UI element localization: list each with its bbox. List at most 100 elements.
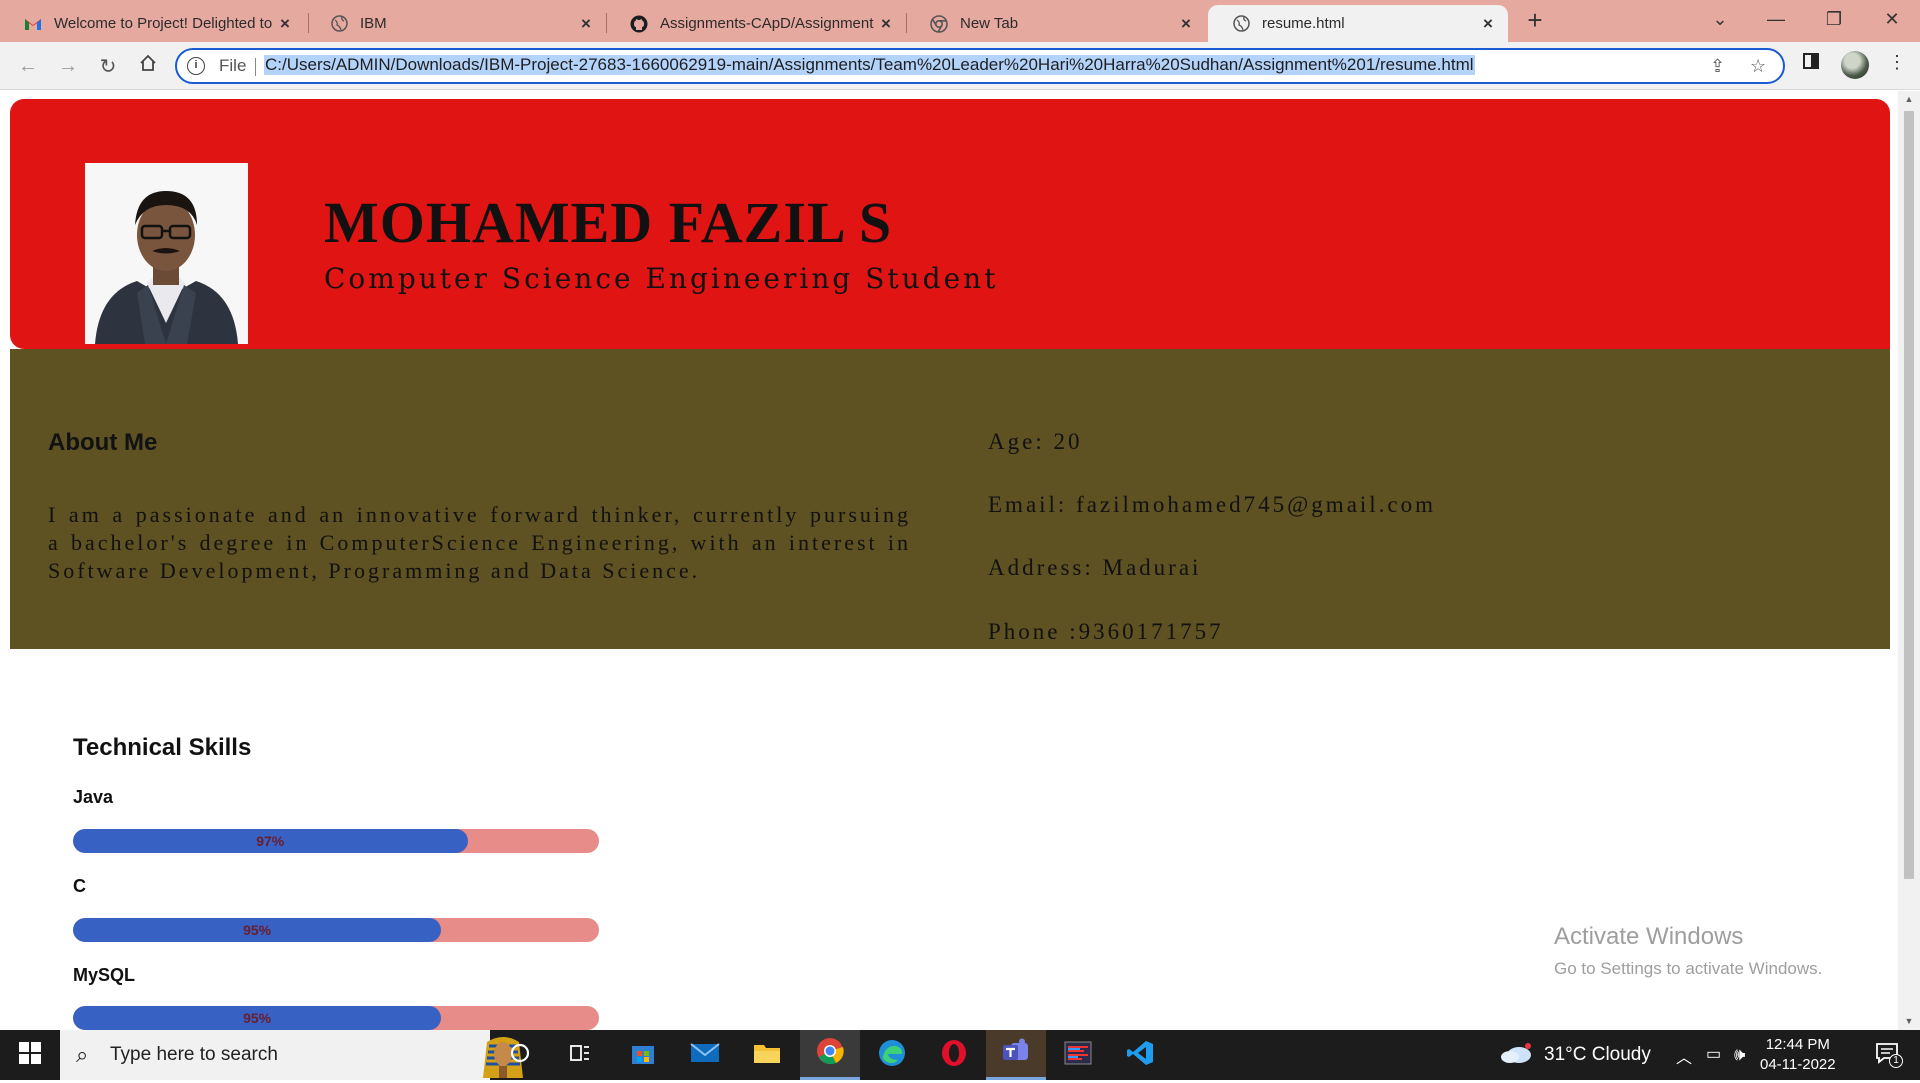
scheme-label: File [219, 56, 247, 75]
more-menu-icon[interactable]: ⋮ [1888, 52, 1906, 73]
info-icon[interactable]: i [187, 57, 205, 75]
chrome-app[interactable] [800, 1030, 860, 1080]
windows-logo-icon [19, 1041, 41, 1069]
close-icon[interactable]: × [576, 14, 596, 34]
new-tab-button[interactable]: + [1520, 6, 1550, 36]
notification-icon: 1 [1875, 1042, 1903, 1069]
skill-percent: 97% [256, 833, 285, 849]
opera-icon [940, 1039, 968, 1072]
tab-strip: Welcome to Project! Delighted to × IBM ×… [0, 0, 1920, 42]
profile-avatar[interactable] [1841, 51, 1869, 79]
globe-icon [1232, 15, 1250, 33]
scroll-up-icon[interactable]: ▲ [1904, 94, 1914, 104]
about-title: About Me [48, 429, 158, 456]
globe-icon [330, 15, 348, 33]
volume-icon[interactable]: 🕪 [1734, 1044, 1745, 1065]
tab-title: Welcome to Project! Delighted to [54, 15, 273, 32]
side-panel-icon[interactable] [1802, 52, 1820, 75]
task-view-icon [569, 1042, 591, 1069]
about-text: I am a passionate and an innovative forw… [48, 502, 911, 583]
file-explorer-app[interactable] [737, 1030, 797, 1080]
resume-tagline: Computer Science Engineering Student [324, 262, 999, 295]
share-icon[interactable]: ⇪ [1710, 56, 1725, 77]
vscode-app[interactable] [1110, 1030, 1170, 1080]
notification-center[interactable]: 1 [1862, 1030, 1912, 1080]
system-clock[interactable]: 12:44 PM 04-11-2022 [1760, 1035, 1836, 1075]
notification-count: 1 [1889, 1053, 1903, 1068]
skill-bar-c: 95% [73, 918, 599, 942]
home-button[interactable] [132, 50, 164, 82]
task-view-button-2[interactable] [550, 1030, 610, 1080]
resume-name: MOHAMED FAZIL S [324, 190, 893, 255]
teams-icon [1002, 1038, 1030, 1069]
profile-photo [85, 163, 248, 344]
skill-percent: 95% [243, 922, 272, 938]
close-icon[interactable]: × [275, 14, 295, 34]
start-button[interactable] [0, 1030, 60, 1080]
terminal-app[interactable] [1048, 1030, 1108, 1080]
tab-title: IBM [360, 15, 387, 32]
chrome-icon [930, 14, 948, 33]
url-text[interactable]: C:/Users/ADMIN/Downloads/IBM-Project-276… [264, 55, 1475, 75]
teams-app[interactable] [986, 1030, 1046, 1080]
chevron-up-icon[interactable]: ︿ [1676, 1044, 1692, 1068]
restore-icon: ❐ [1825, 9, 1843, 29]
vertical-scrollbar[interactable]: ▲ ▼ [1898, 91, 1920, 1030]
close-window-button[interactable]: ✕ [1864, 0, 1920, 40]
store-app[interactable] [613, 1030, 673, 1080]
weather-widget[interactable] [1496, 1030, 1536, 1080]
close-icon[interactable]: × [1478, 14, 1498, 34]
skill-percent: 95% [243, 1010, 272, 1026]
taskbar-search[interactable]: ⌕ Type here to search [60, 1030, 523, 1080]
phone-text: Phone :9360171757 [988, 619, 1224, 644]
tab-title: Assignments-CApD/Assignment 1 [660, 15, 876, 32]
task-view-button[interactable] [490, 1030, 550, 1080]
app-window-icon [1064, 1041, 1092, 1070]
tab-search-button[interactable]: ⌄ [1692, 0, 1748, 40]
close-icon[interactable]: × [876, 14, 896, 34]
divider [255, 58, 256, 76]
about-section: About Me I am a passionate and an innova… [10, 349, 1890, 649]
mail-app[interactable] [675, 1030, 735, 1080]
minimize-button[interactable]: — [1748, 0, 1804, 40]
cloud-icon [1499, 1041, 1533, 1070]
activate-windows-watermark: Activate Windows Go to Settings to activ… [1554, 923, 1822, 979]
star-icon[interactable]: ☆ [1750, 56, 1766, 77]
browser-toolbar: ← → ↻ i File C:/Users/ADMIN/Downloads/IB… [0, 42, 1920, 90]
tab-github[interactable]: Assignments-CApD/Assignment 1 × [606, 5, 906, 42]
weather-text[interactable]: 31°C Cloudy [1544, 1044, 1651, 1066]
edge-icon [878, 1039, 906, 1072]
windows-taskbar: ⌕ Type here to search 31°C Cloudy ︿ ▭ 🕪 … [0, 1030, 1920, 1080]
mail-icon [690, 1042, 720, 1069]
tab-gmail[interactable]: Welcome to Project! Delighted to × [0, 5, 305, 42]
folder-icon [753, 1042, 781, 1069]
resume-header: MOHAMED FAZIL S Computer Science Enginee… [10, 99, 1890, 349]
reload-icon: ↻ [99, 55, 117, 78]
cortana-icon [509, 1042, 531, 1069]
home-icon [139, 54, 157, 78]
chevron-down-icon: ⌄ [1712, 9, 1728, 29]
search-placeholder: Type here to search [110, 1044, 278, 1065]
restore-button[interactable]: ❐ [1806, 0, 1862, 40]
scroll-down-icon[interactable]: ▼ [1904, 1016, 1914, 1026]
scroll-thumb[interactable] [1904, 111, 1914, 879]
close-icon: ✕ [1884, 9, 1900, 29]
tab-new-tab[interactable]: New Tab × [906, 5, 1206, 42]
forward-button[interactable]: → [52, 50, 84, 82]
arrow-right-icon: → [58, 54, 78, 77]
plus-icon: + [1527, 5, 1543, 35]
battery-icon[interactable]: ▭ [1706, 1044, 1721, 1064]
tab-ibm[interactable]: IBM × [306, 5, 606, 42]
back-button[interactable]: ← [12, 50, 44, 82]
gmail-icon [24, 15, 42, 33]
age-text: Age: 20 [988, 429, 1083, 454]
clock-time: 12:44 PM [1765, 1036, 1830, 1053]
skill-name-java: Java [73, 787, 114, 807]
tab-resume[interactable]: resume.html × [1208, 5, 1508, 42]
edge-app[interactable] [862, 1030, 922, 1080]
reload-button[interactable]: ↻ [92, 50, 124, 82]
address-bar[interactable]: i File C:/Users/ADMIN/Downloads/IBM-Proj… [175, 48, 1785, 84]
close-icon[interactable]: × [1176, 14, 1196, 34]
email-text: Email: fazilmohamed745@gmail.com [988, 492, 1437, 517]
opera-app[interactable] [924, 1030, 984, 1080]
